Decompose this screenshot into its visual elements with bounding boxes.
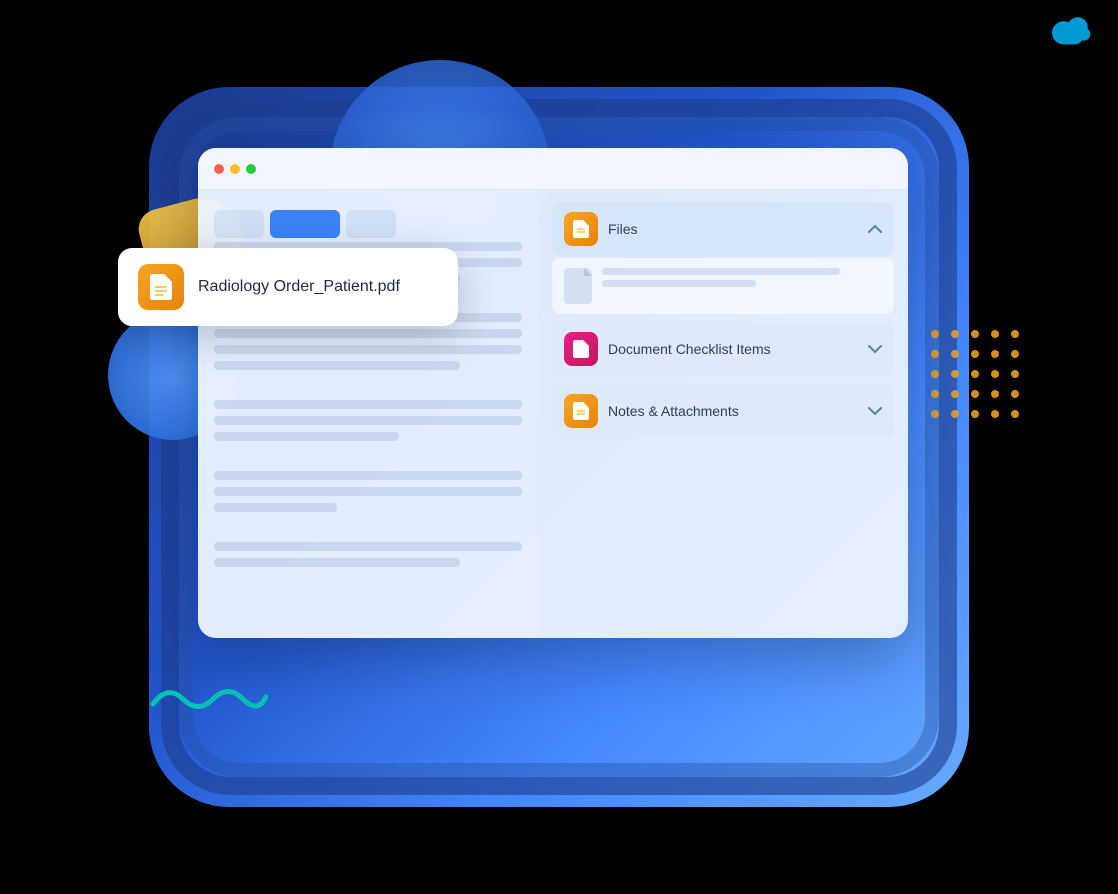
- dot: [1011, 370, 1019, 378]
- checklist-section-icon: [564, 332, 598, 366]
- gap: [214, 448, 522, 464]
- doc-line: [214, 558, 460, 567]
- checklist-chevron-down-icon: [868, 341, 882, 357]
- doc-line: [214, 542, 522, 551]
- files-section-icon: [564, 212, 598, 246]
- file-line: [602, 280, 756, 287]
- dot: [931, 330, 939, 338]
- squiggle-decoration: [148, 679, 268, 724]
- dot: [1011, 390, 1019, 398]
- title-bar: [198, 148, 908, 190]
- dot: [991, 410, 999, 418]
- window-controls: [214, 164, 256, 174]
- doc-line: [214, 400, 522, 409]
- checklist-section-label: Document Checklist Items: [608, 341, 771, 357]
- salesforce-cloud-icon: [1044, 14, 1092, 50]
- dots-grid: [931, 330, 1023, 422]
- dot: [931, 350, 939, 358]
- dot: [951, 350, 959, 358]
- doc-line: [214, 503, 337, 512]
- checklist-section-left: Document Checklist Items: [564, 332, 771, 366]
- files-chevron-up-icon: [868, 221, 882, 237]
- tab-active[interactable]: [270, 210, 340, 238]
- gap: [214, 377, 522, 393]
- files-section-label: Files: [608, 221, 638, 237]
- tab-inactive-1[interactable]: [214, 210, 264, 238]
- dot: [971, 410, 979, 418]
- dot: [991, 390, 999, 398]
- floating-card-filename: Radiology Order_Patient.pdf: [198, 278, 400, 296]
- dot: [1011, 330, 1019, 338]
- dot: [931, 410, 939, 418]
- checklist-section-header[interactable]: Document Checklist Items: [552, 322, 894, 376]
- close-button[interactable]: [214, 164, 224, 174]
- dot: [931, 390, 939, 398]
- file-line: [602, 268, 840, 275]
- floating-card-document-icon: [138, 264, 184, 310]
- doc-line: [214, 416, 522, 425]
- file-placeholder-icon: [564, 268, 592, 304]
- doc-line: [214, 361, 460, 370]
- dot: [971, 370, 979, 378]
- files-section-left: Files: [564, 212, 638, 246]
- dot: [991, 350, 999, 358]
- doc-line: [214, 432, 399, 441]
- doc-line: [214, 345, 522, 354]
- file-info-lines: [602, 268, 882, 287]
- doc-line: [214, 487, 522, 496]
- floating-document-card: Radiology Order_Patient.pdf: [118, 248, 458, 326]
- notes-section-icon: [564, 394, 598, 428]
- file-preview-item: [552, 258, 894, 314]
- main-window: Files: [198, 148, 908, 638]
- notes-chevron-down-icon: [868, 403, 882, 419]
- dot: [971, 330, 979, 338]
- dot: [931, 370, 939, 378]
- dot: [951, 330, 959, 338]
- dot: [1011, 350, 1019, 358]
- dot: [991, 330, 999, 338]
- maximize-button[interactable]: [246, 164, 256, 174]
- dot: [951, 370, 959, 378]
- notes-section-label: Notes & Attachments: [608, 403, 739, 419]
- dot: [971, 390, 979, 398]
- notes-section-left: Notes & Attachments: [564, 394, 739, 428]
- dot: [1011, 410, 1019, 418]
- sections-panel: Files: [538, 190, 908, 638]
- doc-line: [214, 329, 522, 338]
- notes-section-header[interactable]: Notes & Attachments: [552, 384, 894, 438]
- files-section-header[interactable]: Files: [552, 202, 894, 256]
- doc-line: [214, 471, 522, 480]
- dot: [951, 410, 959, 418]
- dot: [971, 350, 979, 358]
- dot: [991, 370, 999, 378]
- tab-bar: [214, 210, 522, 238]
- minimize-button[interactable]: [230, 164, 240, 174]
- dot: [951, 390, 959, 398]
- gap: [214, 519, 522, 535]
- tab-inactive-2[interactable]: [346, 210, 396, 238]
- files-section: Files: [552, 202, 894, 314]
